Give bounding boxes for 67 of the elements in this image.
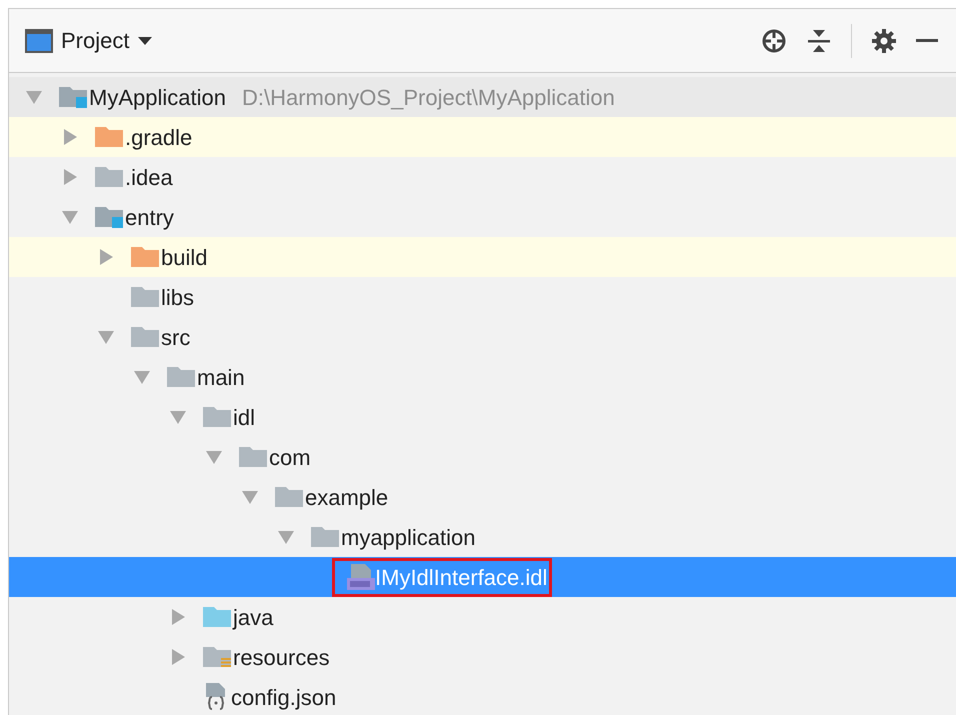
item-label: config.json xyxy=(230,684,338,712)
expanded-arrow-icon[interactable] xyxy=(278,530,294,544)
collapsed-arrow-icon[interactable] xyxy=(172,649,184,665)
item-label: MyApplication xyxy=(88,84,227,112)
tree-row[interactable]: src xyxy=(9,317,956,357)
item-label: example xyxy=(304,484,390,512)
expanded-arrow-icon[interactable] xyxy=(98,330,114,344)
folder-icon xyxy=(95,166,123,188)
view-title: Project xyxy=(61,27,130,55)
item-label: .idea xyxy=(124,164,174,192)
folder-icon xyxy=(167,366,195,388)
tree-row[interactable]: resources xyxy=(9,637,956,677)
tree-row[interactable]: myapplication xyxy=(9,517,956,557)
item-label: libs xyxy=(160,284,196,312)
tree-row[interactable]: build xyxy=(9,237,956,277)
expanded-arrow-icon[interactable] xyxy=(242,490,258,504)
idl-file-icon xyxy=(347,564,375,590)
item-label: IMyIdlInterface.idl xyxy=(335,560,550,594)
folder-icon xyxy=(311,526,339,548)
item-label: myapplication xyxy=(340,524,477,552)
tree-row[interactable]: .idea xyxy=(9,157,956,197)
folder-icon xyxy=(203,406,231,428)
tree-row[interactable]: idl xyxy=(9,397,956,437)
expanded-arrow-icon[interactable] xyxy=(206,450,222,464)
expanded-arrow-icon[interactable] xyxy=(134,370,150,384)
item-label: .gradle xyxy=(124,124,194,152)
tree-row[interactable]: com xyxy=(9,437,956,477)
folder-icon xyxy=(131,286,159,308)
tree-row[interactable]: main xyxy=(9,357,956,397)
collapsed-arrow-icon[interactable] xyxy=(172,609,184,625)
tree-row[interactable]: example xyxy=(9,477,956,517)
tree-row[interactable]: config.json xyxy=(9,677,956,715)
tree-row[interactable]: java xyxy=(9,597,956,637)
item-label: build xyxy=(160,244,208,272)
tree-row[interactable]: libs xyxy=(9,277,956,317)
folder-icon xyxy=(95,126,123,148)
collapse-all-icon[interactable] xyxy=(807,28,831,54)
minimize-icon[interactable] xyxy=(916,38,938,42)
item-label: main xyxy=(196,364,246,392)
project-view-dropdown[interactable]: Project xyxy=(25,24,154,57)
module-folder-icon xyxy=(59,86,87,108)
folder-icon xyxy=(275,486,303,508)
folder-icon xyxy=(239,446,267,468)
folder-icon xyxy=(131,326,159,348)
module-folder-icon xyxy=(95,206,123,228)
window-icon xyxy=(25,28,53,52)
folder-icon xyxy=(131,246,159,268)
item-label: resources xyxy=(232,644,331,672)
folder-icon xyxy=(203,606,231,628)
caret-icon xyxy=(137,36,154,46)
crosshair-icon[interactable] xyxy=(761,28,787,54)
resources-folder-icon xyxy=(203,646,231,668)
item-label: com xyxy=(268,444,312,472)
expanded-arrow-icon[interactable] xyxy=(26,90,42,104)
tree-row[interactable]: entry xyxy=(9,197,956,237)
tree-row[interactable]: .gradle xyxy=(9,117,956,157)
collapsed-arrow-icon[interactable] xyxy=(64,169,76,185)
project-path: D:\HarmonyOS_Project\MyApplication xyxy=(242,84,615,112)
expanded-arrow-icon[interactable] xyxy=(62,210,78,224)
item-label: idl xyxy=(232,404,256,432)
collapsed-arrow-icon[interactable] xyxy=(64,129,76,145)
expanded-arrow-icon[interactable] xyxy=(170,410,186,424)
tree-row[interactable]: MyApplication D:\HarmonyOS_Project\MyApplication xyxy=(9,77,956,117)
collapsed-arrow-icon[interactable] xyxy=(100,249,112,265)
item-label: src xyxy=(160,324,192,352)
item-label: entry xyxy=(124,204,175,232)
item-label: java xyxy=(232,604,274,632)
